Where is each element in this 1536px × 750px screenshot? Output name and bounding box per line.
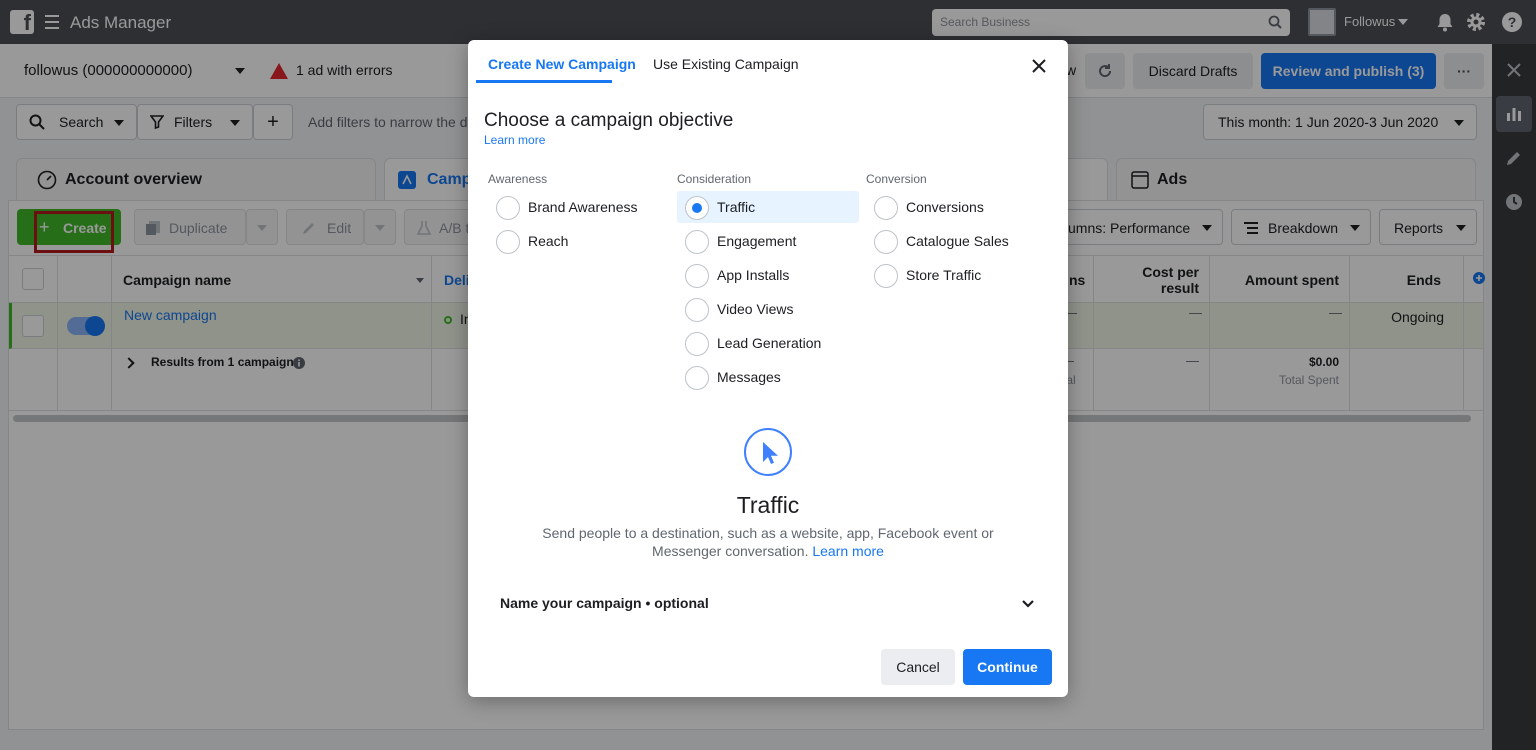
objective-learn-more-link[interactable]: Learn more xyxy=(812,543,884,559)
objective-label: App Installs xyxy=(717,267,790,283)
objective-label: Video Views xyxy=(717,301,794,317)
objective-traffic[interactable]: Traffic xyxy=(677,191,859,223)
objective-store-traffic[interactable]: Store Traffic xyxy=(866,259,1048,291)
radio-button[interactable] xyxy=(685,332,709,356)
tab-create-new-campaign[interactable]: Create New Campaign xyxy=(488,56,636,72)
column-title-awareness: Awareness xyxy=(488,172,548,186)
chevron-down-icon[interactable] xyxy=(1020,596,1036,612)
objective-label: Conversions xyxy=(906,199,984,215)
objective-description-text: Send people to a destination, such as a … xyxy=(542,525,994,559)
active-tab-indicator xyxy=(476,80,612,83)
learn-more-link[interactable]: Learn more xyxy=(484,133,545,147)
radio-button[interactable] xyxy=(496,230,520,254)
name-campaign-section[interactable]: Name your campaign • optional xyxy=(500,595,1036,611)
objective-description: Send people to a destination, such as a … xyxy=(538,524,998,560)
objective-label: Catalogue Sales xyxy=(906,233,1009,249)
objective-lead-generation[interactable]: Lead Generation xyxy=(677,327,859,359)
close-icon[interactable] xyxy=(1030,57,1048,75)
cursor-icon xyxy=(744,428,792,476)
radio-button[interactable] xyxy=(874,230,898,254)
objective-label: Brand Awareness xyxy=(528,199,638,215)
continue-button[interactable]: Continue xyxy=(963,649,1052,685)
objective-messages[interactable]: Messages xyxy=(677,361,859,393)
objective-label: Reach xyxy=(528,233,569,249)
objective-label: Lead Generation xyxy=(717,335,822,351)
objective-label: Traffic xyxy=(717,199,756,215)
radio-button[interactable] xyxy=(874,264,898,288)
radio-button[interactable] xyxy=(685,366,709,390)
radio-button[interactable] xyxy=(874,196,898,220)
radio-button[interactable] xyxy=(496,196,520,220)
column-title-conversion: Conversion xyxy=(866,172,927,186)
objective-label: Engagement xyxy=(717,233,797,249)
objective-label: Store Traffic xyxy=(906,267,982,283)
create-campaign-dialog: Create New Campaign Use Existing Campaig… xyxy=(468,40,1068,697)
radio-button[interactable] xyxy=(685,230,709,254)
cancel-button[interactable]: Cancel xyxy=(881,649,955,685)
objective-app-installs[interactable]: App Installs xyxy=(677,259,859,291)
objective-conversions[interactable]: Conversions xyxy=(866,191,1048,223)
radio-button[interactable] xyxy=(685,264,709,288)
objective-video-views[interactable]: Video Views xyxy=(677,293,859,325)
dialog-heading: Choose a campaign objective xyxy=(484,110,734,131)
tab-use-existing-campaign[interactable]: Use Existing Campaign xyxy=(653,56,799,72)
objective-label: Messages xyxy=(717,369,781,385)
objective-engagement[interactable]: Engagement xyxy=(677,225,859,257)
column-title-consideration: Consideration xyxy=(677,172,752,186)
objective-title: Traffic xyxy=(736,492,800,518)
radio-button[interactable] xyxy=(685,298,709,322)
objective-catalogue-sales[interactable]: Catalogue Sales xyxy=(866,225,1048,257)
objective-brand-awareness[interactable]: Brand Awareness xyxy=(488,191,670,223)
radio-button-selected[interactable] xyxy=(685,196,709,220)
objective-reach[interactable]: Reach xyxy=(488,225,670,257)
